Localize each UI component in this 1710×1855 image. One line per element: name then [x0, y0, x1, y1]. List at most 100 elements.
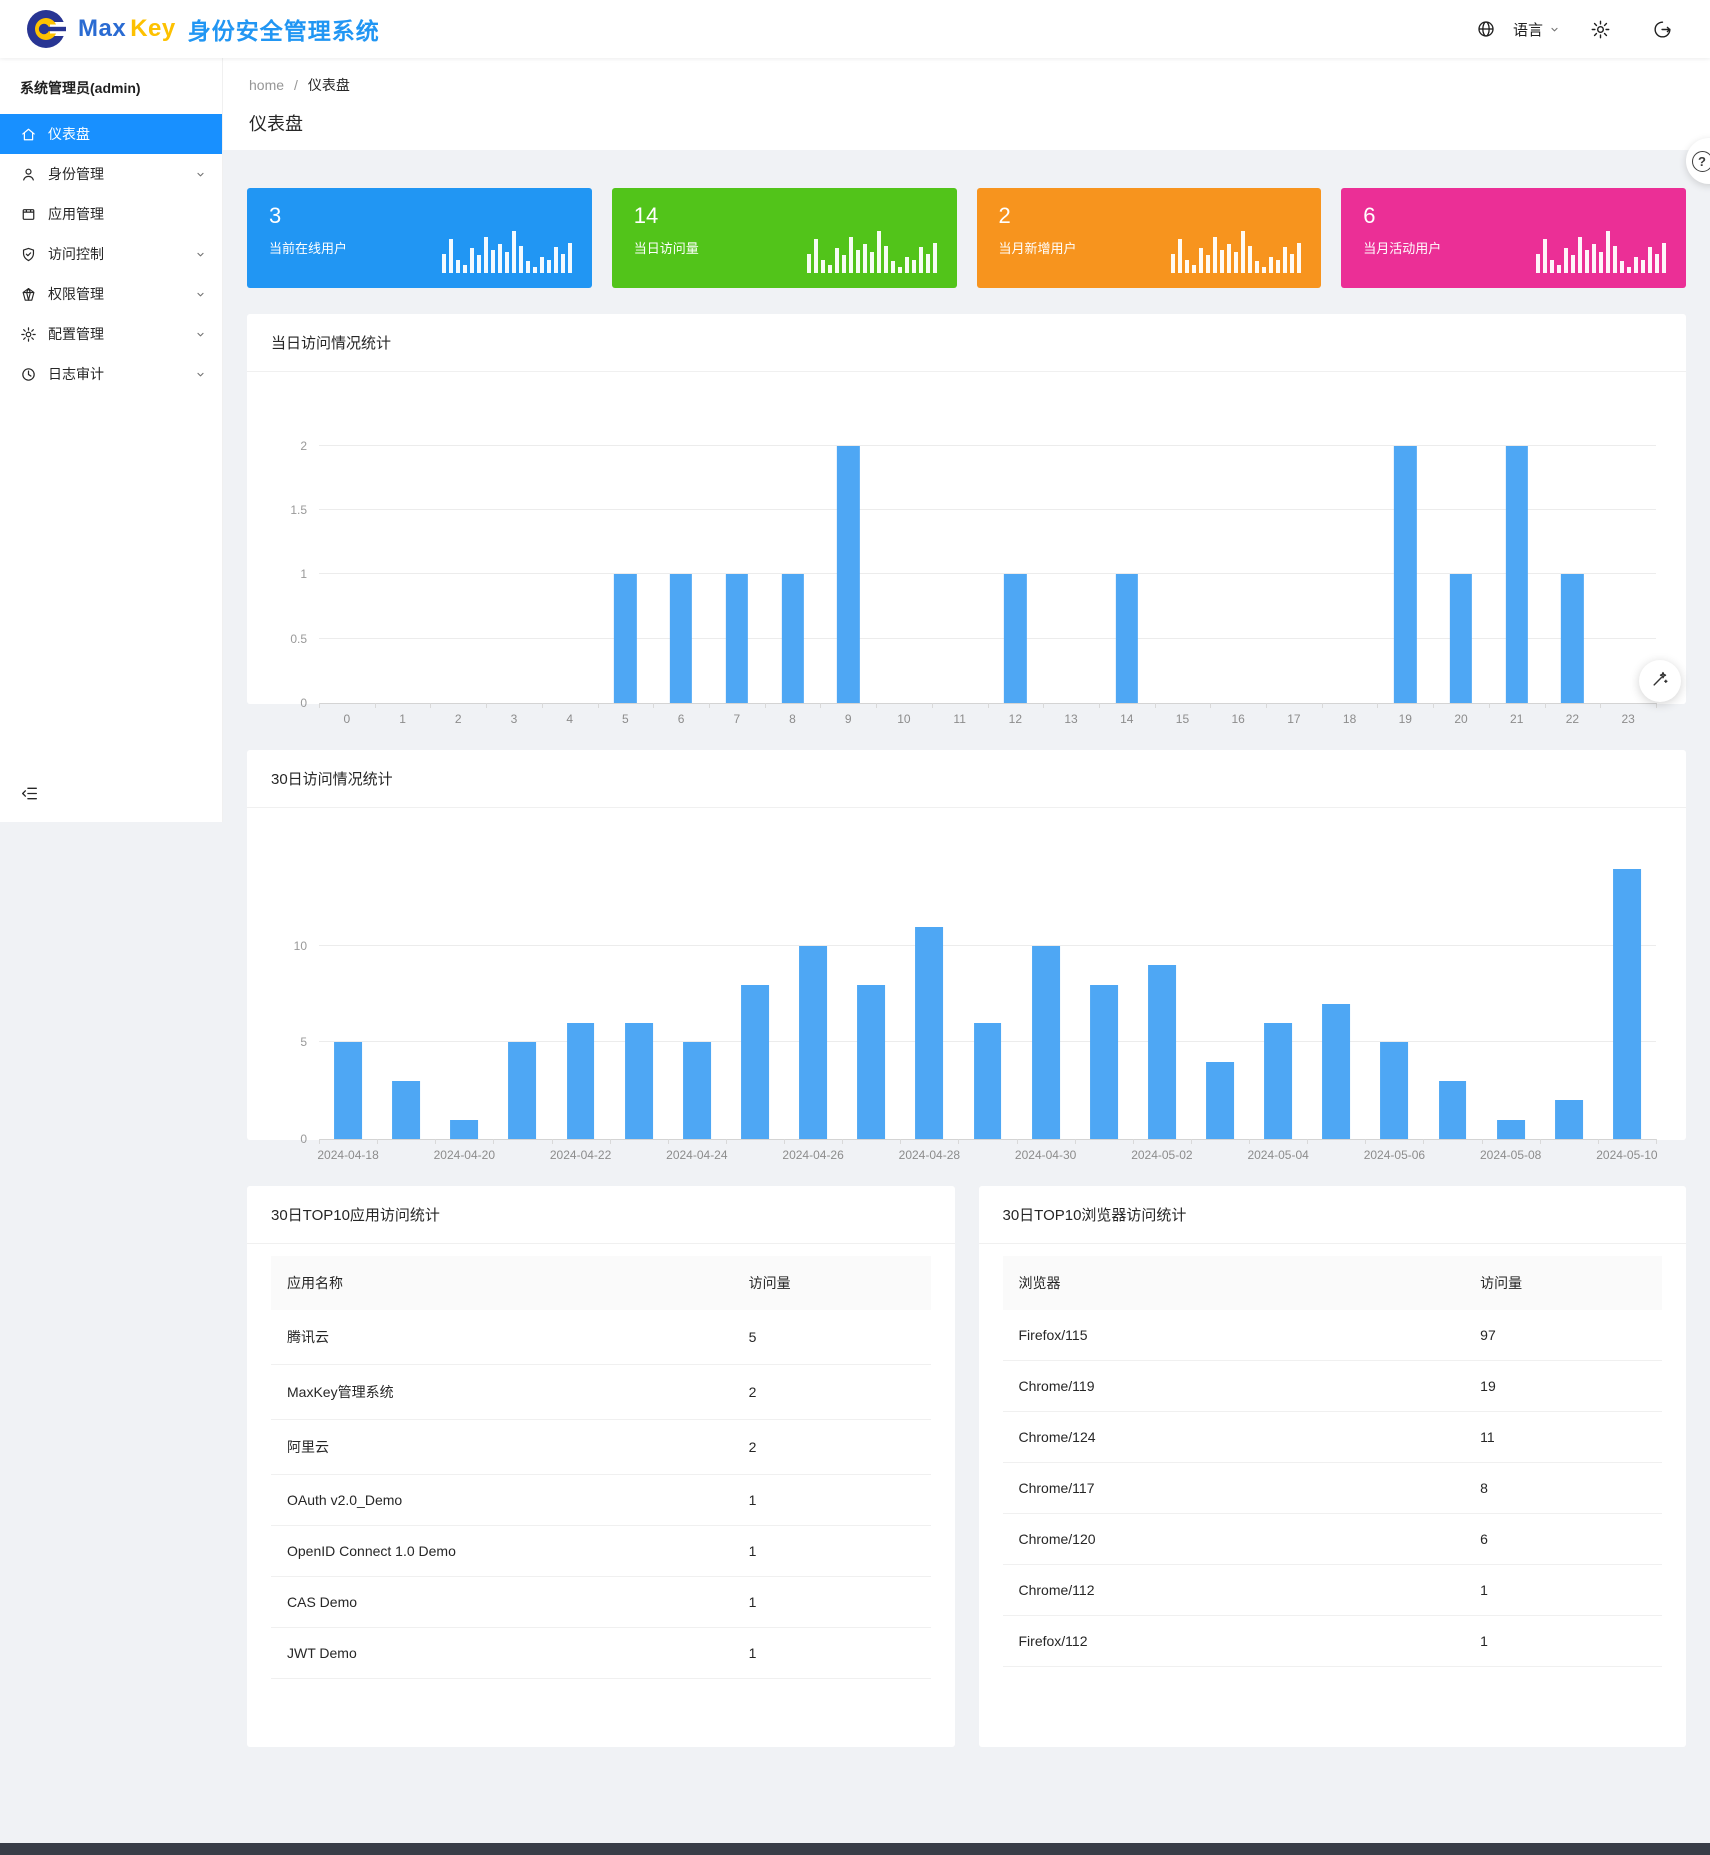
table-cell: Chrome/124 [1003, 1412, 1465, 1463]
table-cell: OpenID Connect 1.0 Demo [271, 1526, 733, 1577]
logout-button[interactable] [1652, 19, 1684, 40]
table-cell: 1 [733, 1526, 931, 1577]
x-axis-tick [1210, 703, 1211, 708]
y-axis-label: 10 [294, 939, 307, 953]
stat-card: 6当月活动用户 [1341, 188, 1686, 288]
bar [799, 946, 827, 1139]
table-cell: 6 [1464, 1514, 1662, 1565]
bar [670, 574, 692, 703]
settings-button[interactable] [1590, 19, 1622, 40]
table-cell: 19 [1464, 1361, 1662, 1412]
x-axis-tick [435, 1139, 436, 1144]
language-menu[interactable]: 语言 [1476, 19, 1560, 40]
bar [334, 1042, 362, 1139]
x-axis-tick [1191, 1139, 1192, 1144]
table-cell: JWT Demo [271, 1628, 733, 1679]
x-axis-tick [1075, 1139, 1076, 1144]
stat-card: 3当前在线用户 [247, 188, 592, 288]
table-panel: 30日TOP10浏览器访问统计浏览器访问量Firefox/11597Chrome… [979, 1186, 1687, 1747]
x-axis-label: 1 [399, 712, 406, 726]
app-header: Max Key 身份安全管理系统 语言 [0, 0, 1710, 58]
sidebar-item-permissions[interactable]: 权限管理 [0, 274, 222, 314]
x-axis-tick [377, 1139, 378, 1144]
stat-table: 应用名称访问量腾讯云5MaxKey管理系统2阿里云2OAuth v2.0_Dem… [271, 1256, 931, 1679]
x-axis-label: 2 [455, 712, 462, 726]
sidebar-item-identity[interactable]: 身份管理 [0, 154, 222, 194]
bar [1004, 574, 1026, 703]
x-axis-label: 17 [1287, 712, 1300, 726]
breadcrumb-home[interactable]: home [249, 77, 284, 93]
x-axis-tick [958, 1139, 959, 1144]
x-axis-tick [668, 1139, 669, 1144]
sidebar-item-dashboard[interactable]: 仪表盘 [0, 114, 222, 154]
y-axis-label: 5 [300, 1035, 307, 1049]
stat-value: 3 [269, 205, 592, 227]
x-axis-label: 2024-04-24 [666, 1148, 727, 1162]
column-header: 访问量 [1464, 1256, 1662, 1310]
bar [1090, 985, 1118, 1140]
column-header: 访问量 [733, 1256, 931, 1310]
sidebar-collapse-button[interactable] [20, 784, 39, 808]
x-axis-label: 3 [511, 712, 518, 726]
y-axis-label: 1 [300, 567, 307, 581]
table-row: JWT Demo1 [271, 1628, 931, 1679]
sidebar-item-config[interactable]: 配置管理 [0, 314, 222, 354]
bar [1555, 1100, 1583, 1139]
app-icon [20, 206, 37, 223]
bar [974, 1023, 1002, 1139]
chevron-down-icon [195, 289, 206, 300]
table-row: Chrome/12411 [1003, 1412, 1663, 1463]
x-axis-label: 5 [622, 712, 629, 726]
x-axis-tick [1656, 703, 1657, 708]
x-axis-label: 6 [678, 712, 685, 726]
x-axis-tick [726, 1139, 727, 1144]
x-axis-tick [1365, 1139, 1366, 1144]
chart-panel-daily: 当日访问情况统计 00.511.520123456789101112131415… [247, 314, 1686, 704]
sidebar-item-label: 访问控制 [48, 244, 104, 264]
x-axis-label: 2024-05-08 [1480, 1148, 1541, 1162]
sidebar-item-audit[interactable]: 日志审计 [0, 354, 222, 394]
table-panel: 30日TOP10应用访问统计应用名称访问量腾讯云5MaxKey管理系统2阿里云2… [247, 1186, 955, 1747]
x-axis-tick [876, 703, 877, 708]
sidebar-item-apps[interactable]: 应用管理 [0, 194, 222, 234]
x-axis-label: 9 [845, 712, 852, 726]
chart-30day-visits: 05102024-04-182024-04-202024-04-222024-0… [319, 830, 1656, 1140]
magic-wand-button[interactable] [1639, 660, 1681, 702]
x-axis-tick [542, 703, 543, 708]
chevron-down-icon [1549, 24, 1560, 35]
x-axis-label: 20 [1454, 712, 1467, 726]
x-axis-label: 13 [1064, 712, 1077, 726]
bar [625, 1023, 653, 1139]
x-axis-label: 2024-05-06 [1364, 1148, 1425, 1162]
bar [1497, 1120, 1525, 1139]
x-axis-label: 14 [1120, 712, 1133, 726]
maxkey-logo [26, 9, 66, 49]
sparkline-icon [807, 231, 937, 273]
breadcrumb-separator: / [294, 77, 298, 93]
sparkline-icon [1171, 231, 1301, 273]
x-axis-tick [900, 1139, 901, 1144]
x-axis-tick [1600, 703, 1601, 708]
y-axis-label: 0.5 [290, 632, 307, 646]
stat-value: 14 [634, 205, 957, 227]
table-cell: MaxKey管理系统 [271, 1365, 733, 1420]
table-cell: CAS Demo [271, 1577, 733, 1628]
sidebar-item-label: 应用管理 [48, 204, 104, 224]
x-axis-label: 16 [1232, 712, 1245, 726]
magic-wand-icon [1650, 669, 1670, 694]
bar [1439, 1081, 1467, 1139]
x-axis-label: 2024-04-20 [434, 1148, 495, 1162]
sidebar-item-label: 权限管理 [48, 284, 104, 304]
sidebar-item-access-control[interactable]: 访问控制 [0, 234, 222, 274]
x-axis-tick [493, 1139, 494, 1144]
table-cell: 1 [1464, 1616, 1662, 1667]
table-row: Chrome/1178 [1003, 1463, 1663, 1514]
x-axis-label: 2024-05-02 [1131, 1148, 1192, 1162]
brand: Max Key 身份安全管理系统 [26, 9, 380, 49]
page-footer-strip [0, 1843, 1710, 1855]
bar [1206, 1062, 1234, 1139]
stat-card: 2当月新增用户 [977, 188, 1322, 288]
table-header-row: 应用名称访问量 [271, 1256, 931, 1310]
x-axis-tick [486, 703, 487, 708]
menu-fold-icon [20, 790, 39, 807]
